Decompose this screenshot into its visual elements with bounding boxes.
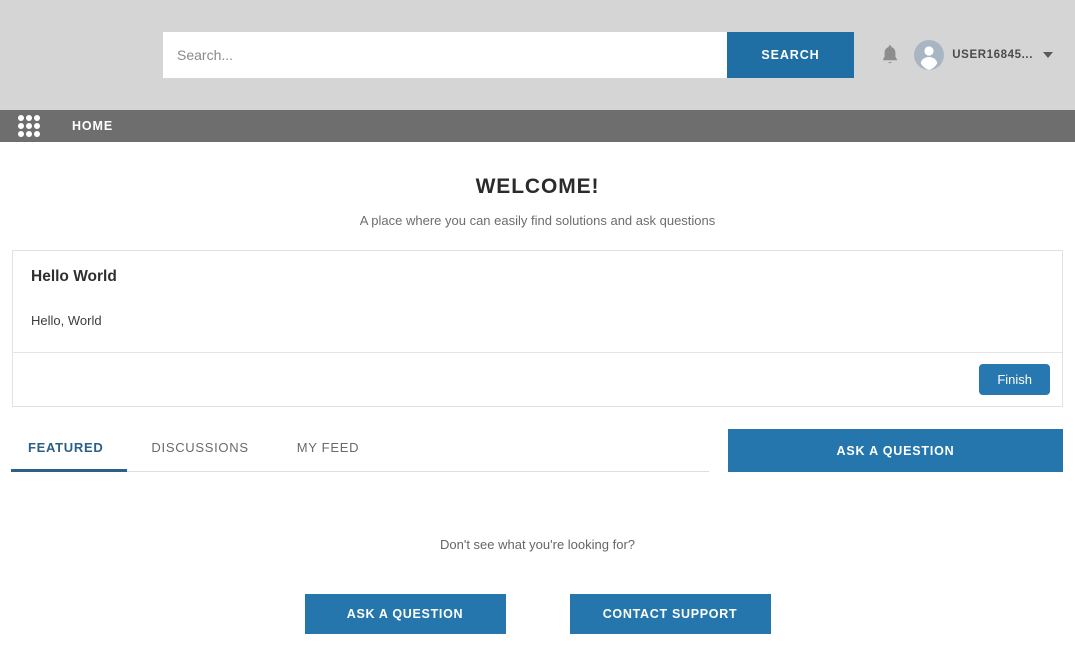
top-bar-actions: USER16845... [880, 40, 1053, 70]
avatar [914, 40, 945, 70]
card-title: Hello World [31, 268, 117, 285]
nav-bar: HOME [0, 110, 1075, 142]
grid-dot [18, 115, 24, 121]
content-tabs: FEATURED DISCUSSIONS MY FEED [11, 440, 709, 472]
user-menu[interactable]: USER16845... [914, 40, 1053, 70]
grid-dot [26, 123, 32, 129]
chevron-down-icon[interactable] [1043, 52, 1053, 58]
bell-icon[interactable] [880, 44, 900, 66]
grid-apps-icon[interactable] [18, 115, 42, 137]
page-title: WELCOME! [475, 175, 600, 198]
grid-dot [26, 115, 32, 121]
grid-dot [34, 115, 40, 121]
top-bar: SEARCH USER16845... [0, 0, 1075, 110]
card-footer: Finish [13, 352, 1062, 406]
grid-dot [26, 131, 32, 137]
empty-state-text: Don't see what you're looking for? [439, 537, 636, 552]
tab-featured[interactable]: FEATURED [11, 440, 128, 472]
tab-list: FEATURED DISCUSSIONS MY FEED [11, 440, 709, 472]
ask-a-question-button-top[interactable]: ASK A QUESTION [728, 429, 1063, 472]
page-subtitle: A place where you can easily find soluti… [359, 213, 716, 228]
grid-dot [34, 131, 40, 137]
contact-support-button[interactable]: CONTACT SUPPORT [569, 594, 771, 634]
tab-discussions[interactable]: DISCUSSIONS [127, 440, 272, 472]
main-content: WELCOME! A place where you can easily fi… [0, 142, 1075, 648]
user-name-label: USER16845... [952, 49, 1033, 61]
search-button[interactable]: SEARCH [727, 32, 854, 78]
card-body-text: Hello, World [31, 313, 102, 328]
search-input[interactable] [163, 32, 727, 78]
grid-dot [18, 131, 24, 137]
empty-state-actions: ASK A QUESTION CONTACT SUPPORT [0, 594, 1075, 634]
search-bar: SEARCH [163, 32, 854, 78]
nav-item-home[interactable]: HOME [72, 119, 113, 133]
finish-button[interactable]: Finish [979, 364, 1050, 395]
ask-a-question-button-bottom[interactable]: ASK A QUESTION [304, 594, 506, 634]
grid-dot [18, 123, 24, 129]
hello-world-card: Hello World Hello, World Finish [12, 250, 1063, 407]
grid-dot [34, 123, 40, 129]
tab-my-feed[interactable]: MY FEED [273, 440, 383, 472]
